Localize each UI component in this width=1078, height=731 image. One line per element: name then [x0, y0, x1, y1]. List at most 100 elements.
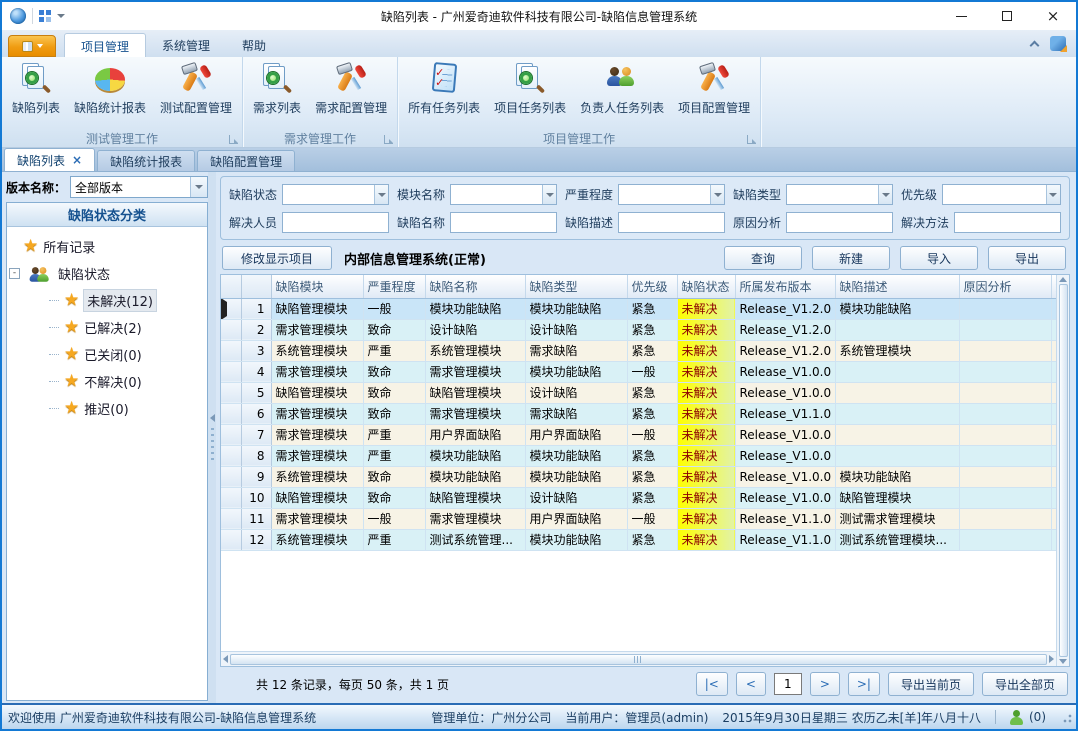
next-page-button[interactable]: >: [810, 672, 840, 696]
version-select[interactable]: 全部版本: [70, 176, 208, 198]
resize-grip[interactable]: [1060, 711, 1072, 723]
filter-select[interactable]: [450, 184, 557, 205]
export-all-pages-button[interactable]: 导出全部页: [982, 672, 1068, 696]
filter-input-field[interactable]: [787, 213, 892, 232]
ribbon-button[interactable]: 测试配置管理: [153, 58, 239, 129]
ribbon-button[interactable]: 需求配置管理: [308, 58, 394, 129]
scroll-right-icon[interactable]: [1049, 655, 1054, 663]
ribbon-tab-1[interactable]: 项目管理: [64, 33, 146, 57]
page-number-input[interactable]: [774, 673, 802, 695]
table-row[interactable]: 9系统管理模块致命模块功能缺陷模块功能缺陷紧急未解决Release_V1.0.0…: [221, 466, 1056, 487]
column-header[interactable]: 缺陷状态: [677, 275, 735, 298]
column-header[interactable]: 缺陷类型: [525, 275, 627, 298]
filter-input-field[interactable]: [451, 185, 542, 204]
collapse-panel-icon[interactable]: [210, 414, 215, 422]
table-row[interactable]: 8需求管理模块严重模块功能缺陷模块功能缺陷紧急未解决Release_V1.0.0: [221, 445, 1056, 466]
tree-item[interactable]: ★所有记录: [9, 233, 205, 260]
tree-item[interactable]: ★未解决(12): [9, 287, 205, 314]
column-header[interactable]: 缺陷描述: [835, 275, 959, 298]
chevron-down-icon[interactable]: [710, 185, 724, 204]
chevron-down-icon[interactable]: [1046, 185, 1060, 204]
column-header[interactable]: 所属发布版本: [735, 275, 835, 298]
column-header[interactable]: 优先级: [627, 275, 677, 298]
quick-access-grid-icon[interactable]: [39, 10, 51, 22]
quick-access-dropdown-icon[interactable]: [57, 14, 65, 18]
first-page-button[interactable]: |<: [696, 672, 728, 696]
maximize-button[interactable]: [984, 2, 1030, 30]
filter-input-field[interactable]: [955, 213, 1060, 232]
filter-input-field[interactable]: [451, 213, 556, 232]
filter-select[interactable]: [618, 184, 725, 205]
chevron-down-icon[interactable]: [542, 185, 556, 204]
scroll-left-icon[interactable]: [223, 655, 228, 663]
tree-item[interactable]: ★已解决(2): [9, 314, 205, 341]
ribbon-button[interactable]: ✓✓所有任务列表: [401, 58, 487, 129]
scroll-up-icon[interactable]: [1059, 277, 1067, 282]
filter-input-field[interactable]: [943, 185, 1046, 204]
query-button[interactable]: 查询: [724, 246, 802, 270]
filter-select[interactable]: [942, 184, 1061, 205]
ribbon-button[interactable]: 缺陷统计报表: [67, 58, 153, 129]
tree-item[interactable]: ★不解决(0): [9, 368, 205, 395]
tree-item[interactable]: ★推迟(0): [9, 395, 205, 422]
ribbon-tab-3[interactable]: 帮助: [226, 33, 282, 57]
document-tab-3[interactable]: 缺陷配置管理: [197, 150, 295, 171]
chevron-down-icon[interactable]: [374, 185, 388, 204]
import-button[interactable]: 导入: [900, 246, 978, 270]
filter-input-field[interactable]: [283, 185, 374, 204]
filter-input[interactable]: [450, 212, 557, 233]
skin-icon[interactable]: [1050, 36, 1066, 51]
column-header[interactable]: 缺陷模块: [271, 275, 363, 298]
close-button[interactable]: ×: [1030, 2, 1076, 30]
table-row[interactable]: 3系统管理模块严重系统管理模块需求缺陷紧急未解决Release_V1.2.0系统…: [221, 340, 1056, 361]
table-row[interactable]: 6需求管理模块致命需求管理模块需求缺陷紧急未解决Release_V1.1.0: [221, 403, 1056, 424]
horizontal-scrollbar[interactable]: [221, 651, 1056, 666]
ribbon-button[interactable]: 需求列表: [246, 58, 308, 129]
new-button[interactable]: 新建: [812, 246, 890, 270]
table-row[interactable]: 12系统管理模块严重测试系统管理...模块功能缺陷紧急未解决Release_V1…: [221, 529, 1056, 550]
minimize-button[interactable]: [938, 2, 984, 30]
dialog-launcher-icon[interactable]: [229, 135, 238, 144]
export-current-page-button[interactable]: 导出当前页: [888, 672, 974, 696]
table-row[interactable]: 7需求管理模块严重用户界面缺陷用户界面缺陷一般未解决Release_V1.0.0: [221, 424, 1056, 445]
ribbon-tab-2[interactable]: 系统管理: [146, 33, 226, 57]
ribbon-button[interactable]: 缺陷列表: [5, 58, 67, 129]
table-row[interactable]: 11需求管理模块一般需求管理模块用户界面缺陷一般未解决Release_V1.1.…: [221, 508, 1056, 529]
table-row[interactable]: 10缺陷管理模块致命缺陷管理模块设计缺陷紧急未解决Release_V1.0.0缺…: [221, 487, 1056, 508]
splitter[interactable]: [208, 172, 216, 703]
tree-item[interactable]: -缺陷状态: [9, 260, 205, 287]
filter-input-field[interactable]: [787, 185, 878, 204]
prev-page-button[interactable]: <: [736, 672, 766, 696]
filter-input[interactable]: [786, 212, 893, 233]
scroll-down-icon[interactable]: [1059, 659, 1067, 664]
column-header[interactable]: 原因分析: [959, 275, 1051, 298]
modify-columns-button[interactable]: 修改显示项目: [222, 246, 332, 270]
export-button[interactable]: 导出: [988, 246, 1066, 270]
tree-item[interactable]: ★已关闭(0): [9, 341, 205, 368]
table-row[interactable]: 2需求管理模块致命设计缺陷设计缺陷紧急未解决Release_V1.2.0: [221, 319, 1056, 340]
column-header[interactable]: 严重程度: [363, 275, 425, 298]
filter-input-field[interactable]: [619, 185, 710, 204]
horizontal-scroll-thumb[interactable]: [230, 654, 1047, 665]
filter-input-field[interactable]: [283, 213, 388, 232]
column-header[interactable]: 缺陷名称: [425, 275, 525, 298]
chevron-down-icon[interactable]: [878, 185, 892, 204]
document-tab-1[interactable]: 缺陷列表×: [4, 148, 95, 171]
dialog-launcher-icon[interactable]: [384, 135, 393, 144]
chevron-down-icon[interactable]: [190, 177, 207, 197]
filter-input[interactable]: [282, 212, 389, 233]
ribbon-button[interactable]: 项目配置管理: [671, 58, 757, 129]
table-row[interactable]: 5缺陷管理模块致命缺陷管理模块设计缺陷紧急未解决Release_V1.0.0: [221, 382, 1056, 403]
filter-input[interactable]: [618, 212, 725, 233]
ribbon-button[interactable]: 项目任务列表: [487, 58, 573, 129]
filter-select[interactable]: [282, 184, 389, 205]
filter-input-field[interactable]: [619, 213, 724, 232]
filter-select[interactable]: [786, 184, 893, 205]
table-row[interactable]: 1缺陷管理模块一般模块功能缺陷模块功能缺陷紧急未解决Release_V1.2.0…: [221, 298, 1056, 319]
vertical-scrollbar[interactable]: [1056, 275, 1069, 666]
collapse-node-icon[interactable]: -: [9, 268, 20, 279]
last-page-button[interactable]: >|: [848, 672, 880, 696]
ribbon-button[interactable]: 负责人任务列表: [573, 58, 671, 129]
dialog-launcher-icon[interactable]: [747, 135, 756, 144]
document-tab-2[interactable]: 缺陷统计报表: [97, 150, 195, 171]
